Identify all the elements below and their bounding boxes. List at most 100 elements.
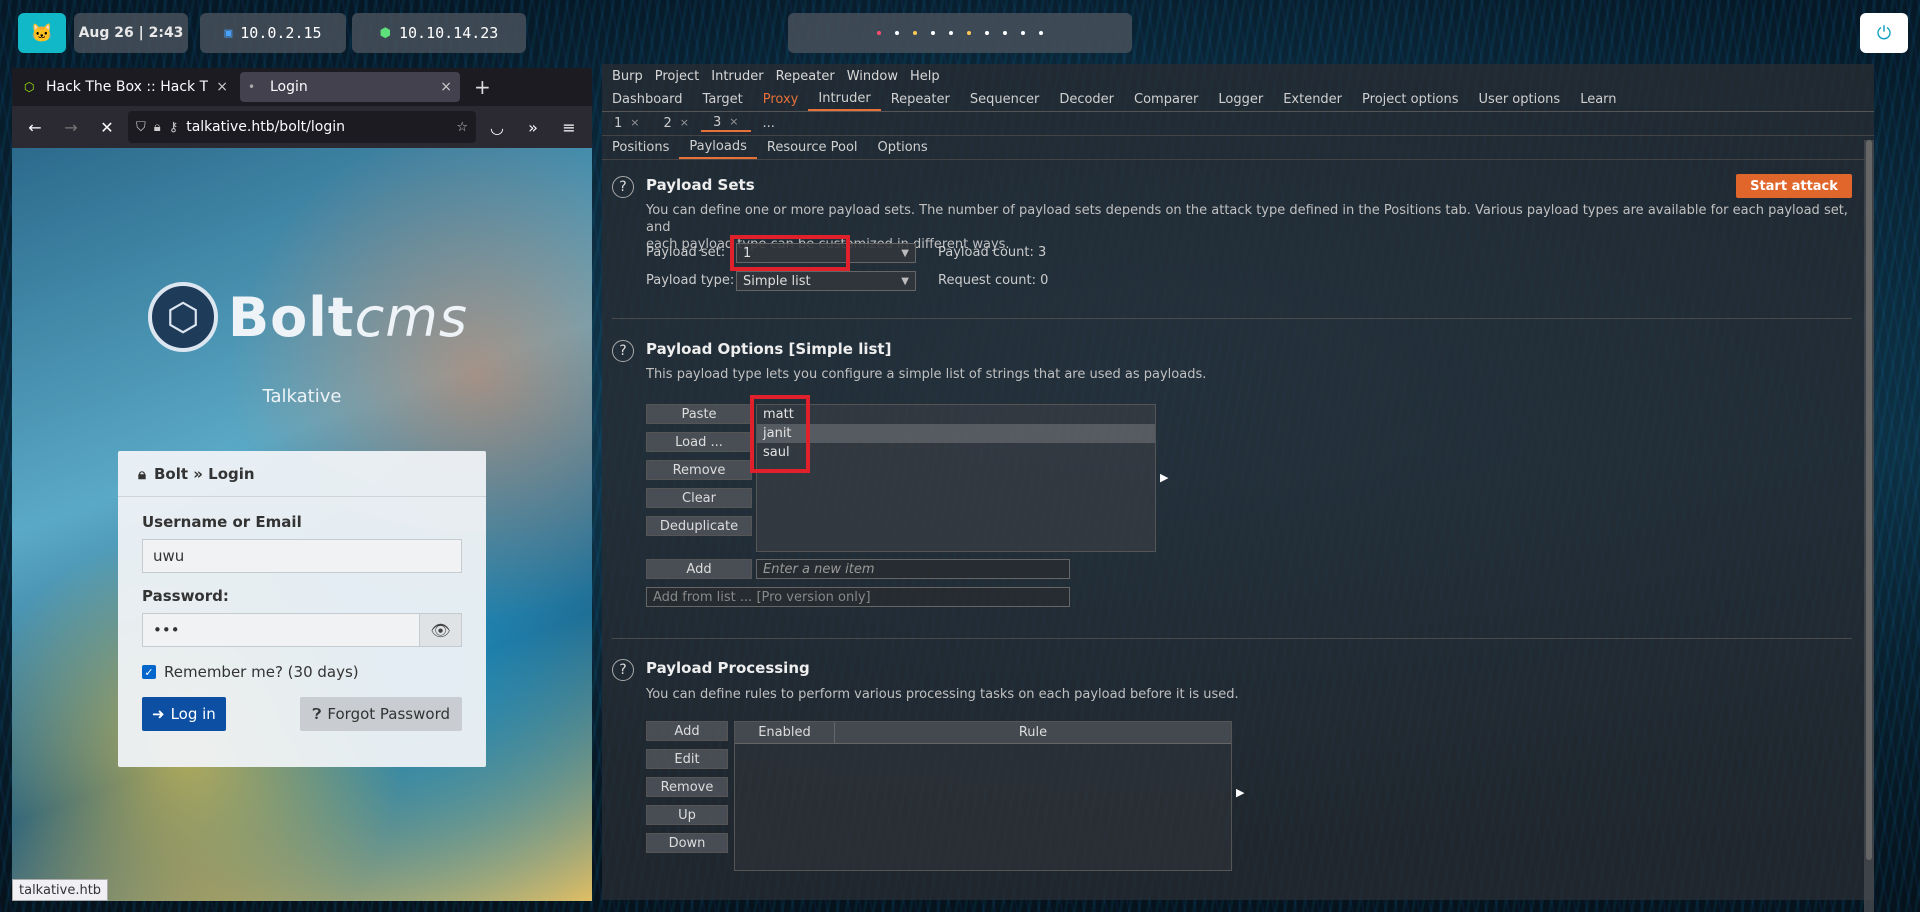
attack-tab-2[interactable]: 2 × [652, 116, 702, 131]
help-icon[interactable]: ? [612, 659, 634, 681]
workspace-dot[interactable] [949, 31, 953, 35]
forgot-password-button[interactable]: ❓︎ Forgot Password [300, 697, 462, 731]
tab-extender[interactable]: Extender [1273, 88, 1352, 111]
workspace-dot[interactable] [895, 31, 899, 35]
password-field[interactable]: ••• [142, 613, 420, 647]
payload-type-select[interactable]: Simple list ▼ [736, 271, 916, 291]
menu-cat-icon[interactable]: 🐱 [18, 13, 66, 53]
list-item[interactable]: janit [757, 424, 1155, 443]
workspace-dot[interactable] [913, 31, 917, 35]
rules-table[interactable]: Enabled Rule [734, 721, 1232, 871]
stop-icon[interactable]: ✕ [92, 112, 122, 142]
add-button[interactable]: Add [646, 559, 752, 579]
expand-arrow-icon[interactable]: ▶ [1160, 471, 1168, 484]
tab-project-options[interactable]: Project options [1352, 88, 1469, 111]
down-rule-button[interactable]: Down [646, 833, 728, 853]
tab-repeater[interactable]: Repeater [881, 88, 960, 111]
payload-list[interactable]: matt janit saul [756, 404, 1156, 552]
attack-tab-new[interactable]: ... [751, 116, 787, 131]
tab-logger[interactable]: Logger [1208, 88, 1273, 111]
help-icon[interactable]: ? [612, 340, 634, 362]
tab-comparer[interactable]: Comparer [1124, 88, 1208, 111]
close-tab-icon[interactable]: × [216, 79, 228, 95]
menu-help[interactable]: Help [904, 69, 946, 84]
attack-tab-1[interactable]: 1 × [602, 116, 652, 131]
menu-burp[interactable]: Burp [606, 69, 649, 84]
paste-button[interactable]: Paste [646, 404, 752, 424]
back-icon[interactable]: ← [20, 112, 50, 142]
clear-button[interactable]: Clear [646, 488, 752, 508]
close-icon[interactable]: × [680, 116, 689, 131]
add-from-list-select[interactable]: Add from list ... [Pro version only] [646, 587, 1070, 607]
pocket-icon[interactable]: ◡ [482, 112, 512, 142]
close-icon[interactable]: × [630, 116, 639, 131]
load-button[interactable]: Load ... [646, 432, 752, 452]
start-attack-button[interactable]: Start attack [1736, 174, 1852, 198]
workspace-dot[interactable] [1039, 31, 1043, 35]
col-enabled[interactable]: Enabled [735, 722, 835, 743]
lock-icon: 🔒︎ [138, 464, 146, 483]
list-item[interactable]: saul [757, 443, 1155, 462]
login-button[interactable]: ➜ Log in [142, 697, 226, 731]
up-rule-button[interactable]: Up [646, 805, 728, 825]
menu-repeater[interactable]: Repeater [770, 69, 841, 84]
tab-payloads[interactable]: Payloads [679, 136, 757, 159]
remember-me[interactable]: ✓ Remember me? (30 days) [142, 663, 462, 681]
workspace-dot[interactable] [877, 31, 881, 35]
lock-icon[interactable]: 🔒︎ [154, 120, 161, 135]
bookmark-star-icon[interactable]: ☆ [456, 120, 468, 135]
tab-decoder[interactable]: Decoder [1049, 88, 1124, 111]
menu-project[interactable]: Project [649, 69, 705, 84]
show-password-eye-icon[interactable]: 👁︎ [420, 613, 462, 647]
overflow-chevrons-icon[interactable]: » [518, 112, 548, 142]
username-field[interactable]: uwu [142, 539, 462, 573]
help-icon[interactable]: ? [612, 176, 634, 198]
tab-sequencer[interactable]: Sequencer [960, 88, 1049, 111]
tab-resource-pool[interactable]: Resource Pool [757, 136, 868, 159]
expand-arrow-icon[interactable]: ▶ [1236, 786, 1244, 799]
tab-intruder[interactable]: Intruder [808, 88, 881, 111]
menu-window[interactable]: Window [841, 69, 904, 84]
menu-intruder[interactable]: Intruder [705, 69, 769, 84]
tab-login[interactable]: • Login × [240, 72, 460, 102]
url-text[interactable]: talkative.htb/bolt/login [186, 119, 448, 135]
url-bar[interactable]: ⛉ 🔒︎ ⚷ talkative.htb/bolt/login ☆ [128, 111, 476, 143]
workspace-dot[interactable] [931, 31, 935, 35]
tab-user-options[interactable]: User options [1469, 88, 1571, 111]
workspace-dot[interactable] [1021, 31, 1025, 35]
workspace-dot[interactable] [1003, 31, 1007, 35]
workspace-dot[interactable] [985, 31, 989, 35]
remove-rule-button[interactable]: Remove [646, 777, 728, 797]
close-tab-icon[interactable]: × [440, 79, 452, 95]
tab-target[interactable]: Target [693, 88, 753, 111]
new-item-input[interactable]: Enter a new item [756, 559, 1070, 579]
tab-hackthebox[interactable]: ⬡ Hack The Box :: Hack The Box × [16, 72, 236, 102]
shield-icon[interactable]: ⛉ [136, 120, 146, 135]
workspace-switcher[interactable] [788, 13, 1132, 53]
vpn-ip-widget[interactable]: ⬢ 10.10.14.23 [352, 13, 526, 53]
deduplicate-button[interactable]: Deduplicate [646, 516, 752, 536]
tab-learn[interactable]: Learn [1570, 88, 1626, 111]
col-rule[interactable]: Rule [835, 722, 1231, 743]
payload-type-label: Payload type: [646, 273, 735, 288]
add-rule-button[interactable]: Add [646, 721, 728, 741]
tab-dashboard[interactable]: Dashboard [602, 88, 693, 111]
tab-options[interactable]: Options [868, 136, 938, 159]
workspace-dot[interactable] [967, 31, 971, 35]
local-ip-widget[interactable]: ▣ 10.0.2.15 [200, 13, 346, 53]
scroll-thumb[interactable] [1866, 140, 1872, 860]
tab-proxy[interactable]: Proxy [753, 88, 809, 111]
remember-checkbox[interactable]: ✓ [142, 665, 156, 679]
menu-icon[interactable]: ≡ [554, 112, 584, 142]
list-item[interactable]: matt [757, 405, 1155, 424]
edit-rule-button[interactable]: Edit [646, 749, 728, 769]
remove-button[interactable]: Remove [646, 460, 752, 480]
close-icon[interactable]: × [729, 115, 738, 130]
new-tab-button[interactable]: + [464, 75, 501, 99]
key-icon[interactable]: ⚷ [169, 120, 179, 135]
power-icon[interactable]: ⏻ [1860, 13, 1908, 53]
vertical-scrollbar[interactable] [1864, 140, 1874, 912]
attack-tab-3[interactable]: 3 × [701, 115, 751, 132]
tab-positions[interactable]: Positions [602, 136, 679, 159]
forward-icon[interactable]: → [56, 112, 86, 142]
